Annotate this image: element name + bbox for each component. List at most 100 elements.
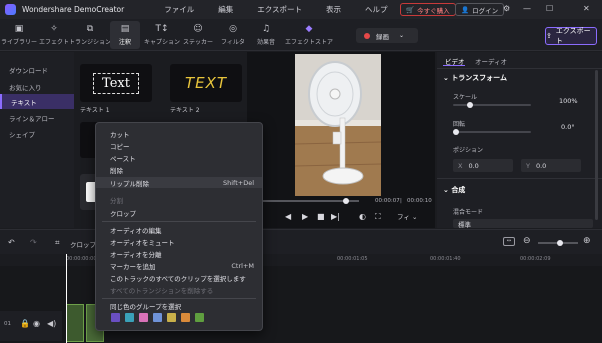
color-swatch-orange[interactable] xyxy=(181,313,190,322)
category-line-arrow[interactable]: ライン＆アロー xyxy=(0,110,74,125)
redo-icon[interactable]: ↷ xyxy=(30,238,37,247)
stop-icon[interactable]: ■ xyxy=(317,212,325,221)
annotation-icon: ▤ xyxy=(120,24,130,34)
position-y-field[interactable]: Y 0.0 xyxy=(521,159,581,172)
menu-item-split[interactable]: 分割 xyxy=(96,194,262,205)
playhead[interactable] xyxy=(66,254,67,343)
category-text[interactable]: テキスト xyxy=(0,94,74,109)
toolbar-effects[interactable]: ✧ エフェクト xyxy=(39,21,69,49)
menu-item-select-same-color[interactable]: 同じ色のグループを選択 xyxy=(96,300,262,311)
menu-item-cut[interactable]: カット xyxy=(96,128,262,139)
context-menu: カット コピー ペースト 削除 リップル削除 Shift+Del 分割 クロップ… xyxy=(95,122,263,331)
color-swatch-yellow[interactable] xyxy=(167,313,176,322)
menu-item-mute-audio[interactable]: オーディオをミュート xyxy=(96,236,262,247)
fit-select[interactable]: フィ ⌄ xyxy=(397,211,417,221)
crop-label[interactable]: クロップ xyxy=(70,239,96,249)
composite-section-title[interactable]: ⌄ 合成 xyxy=(443,185,465,195)
crop-icon[interactable]: ⌗ xyxy=(55,238,60,248)
menu-item-delete[interactable]: 削除 xyxy=(96,164,262,175)
position-x-field[interactable]: X 0.0 xyxy=(453,159,513,172)
zoom-in-icon[interactable]: ⊕ xyxy=(583,236,591,246)
properties-scrollbar[interactable] xyxy=(595,70,598,220)
toolbar-annotation[interactable]: ▤ 注釈 xyxy=(110,21,140,49)
filter-icon: ◎ xyxy=(229,24,237,34)
color-swatch-pink[interactable] xyxy=(139,313,148,322)
menu-item-detach-audio[interactable]: オーディオを分離 xyxy=(96,248,262,259)
blend-mode-select[interactable]: 標準 xyxy=(453,219,593,229)
timeline-clip[interactable] xyxy=(66,304,84,342)
lock-icon[interactable]: 🔒 xyxy=(20,319,30,328)
volume-icon[interactable]: ◐ xyxy=(359,212,366,221)
menu-item-paste[interactable]: ペースト xyxy=(96,152,262,163)
zoom-out-icon[interactable]: ⊖ xyxy=(523,236,531,246)
color-swatch-blue[interactable] xyxy=(153,313,162,322)
rotate-slider[interactable] xyxy=(453,131,531,133)
export-button[interactable]: ⇪ エクスポート xyxy=(545,27,597,45)
buy-now-button[interactable]: 🛒 今すぐ購入 xyxy=(400,3,456,16)
scale-value[interactable]: 100% xyxy=(559,97,578,105)
menu-help[interactable]: ヘルプ xyxy=(365,4,388,15)
toolbar-sticker-label: ステッカー xyxy=(183,39,214,46)
thumbnail-preview-text: Text xyxy=(93,72,139,94)
zoom-slider-knob[interactable] xyxy=(557,240,563,246)
next-frame-icon[interactable]: ▶| xyxy=(331,212,340,221)
timeline-ruler[interactable]: 00:00:00:00 00:00:01:05 00:00:01:40 00:0… xyxy=(0,254,602,266)
category-shape[interactable]: シェイプ xyxy=(0,126,74,141)
settings-icon[interactable]: ⚙ xyxy=(503,4,510,13)
scale-slider-knob[interactable] xyxy=(467,102,473,108)
thumbnail-preview-text: TEXT xyxy=(184,74,228,92)
menu-item-copy[interactable]: コピー xyxy=(96,140,262,151)
record-button[interactable]: 録画 ⌄ xyxy=(356,28,418,43)
tab-audio[interactable]: オーディオ xyxy=(475,56,507,66)
category-favorites[interactable]: お気に入り xyxy=(0,79,74,94)
speaker-icon[interactable]: ◀) xyxy=(47,319,56,328)
menu-item-add-marker[interactable]: マーカーを追加 Ctrl+M xyxy=(96,260,262,271)
menu-item-edit-audio[interactable]: オーディオの編集 xyxy=(96,224,262,235)
color-swatch-purple[interactable] xyxy=(111,313,120,322)
menu-item-label: マーカーを追加 xyxy=(110,262,156,271)
menu-view[interactable]: 表示 xyxy=(326,4,341,15)
color-swatch-green[interactable] xyxy=(195,313,204,322)
eye-icon[interactable]: ◉ xyxy=(33,319,40,328)
app-logo-icon xyxy=(5,4,16,15)
color-swatch-teal[interactable] xyxy=(125,313,134,322)
text-thumbnail-1[interactable]: Text xyxy=(80,64,152,102)
toolbar-effect-store[interactable]: ◆ エフェクトストア xyxy=(285,21,333,49)
maximize-icon[interactable]: ☐ xyxy=(546,4,553,13)
toolbar-sticker[interactable]: ☺ ステッカー xyxy=(183,21,214,49)
menu-item-select-track-clips[interactable]: このトラックのすべてのクリップを選択します xyxy=(96,272,262,283)
menu-file[interactable]: ファイル xyxy=(164,4,194,15)
toolbar-filter[interactable]: ◎ フィルタ xyxy=(220,21,246,49)
menu-item-remove-transitions[interactable]: すべてのトランジションを削除する xyxy=(96,284,262,295)
toolbar-sound-effect-label: 効果音 xyxy=(256,39,275,46)
login-button[interactable]: 👤 ログイン xyxy=(455,3,505,16)
rotate-value[interactable]: 0.0° xyxy=(561,123,575,131)
playback-progress-knob[interactable] xyxy=(343,198,349,204)
toolbar-caption[interactable]: T↕ キャプション xyxy=(144,21,180,49)
menu-edit[interactable]: 編集 xyxy=(218,4,233,15)
menu-item-crop[interactable]: クロップ xyxy=(96,207,262,218)
menu-item-label: 同じ色のグループを選択 xyxy=(110,302,182,311)
menu-item-ripple-delete[interactable]: リップル削除 Shift+Del xyxy=(96,177,262,188)
previous-frame-icon[interactable]: ◀ xyxy=(285,212,291,221)
rotate-slider-knob[interactable] xyxy=(453,129,459,135)
category-download[interactable]: ダウンロード xyxy=(0,62,74,77)
fit-timeline-icon[interactable]: ↔ xyxy=(503,237,515,246)
menu-export[interactable]: エクスポート xyxy=(257,4,302,15)
close-icon[interactable]: ✕ xyxy=(583,4,590,13)
text-thumbnail-2[interactable]: TEXT xyxy=(170,64,242,102)
export-icon: ⇪ xyxy=(546,32,552,40)
fullscreen-icon[interactable]: ⛶ xyxy=(375,212,381,222)
play-icon[interactable]: ▶ xyxy=(302,212,308,221)
video-preview-panel: 00:00:07 | 00:00:10 ◀ ▶ ■ ▶| ◐ ⛶ フィ ⌄ xyxy=(247,52,435,228)
fan-image xyxy=(295,54,381,196)
toolbar-sound-effect[interactable]: ♫ 効果音 xyxy=(252,21,280,49)
caption-icon: T↕ xyxy=(155,24,169,34)
toolbar-library[interactable]: ▣ ライブラリー xyxy=(1,21,37,49)
transform-section-title[interactable]: ⌄ トランスフォーム xyxy=(443,73,507,83)
toolbar-transition[interactable]: ⧉ トランジション xyxy=(69,21,111,49)
undo-icon[interactable]: ↶ xyxy=(8,238,15,247)
scale-slider[interactable] xyxy=(453,104,531,106)
minimize-icon[interactable]: — xyxy=(523,4,531,13)
position-y-label: Y xyxy=(526,161,530,170)
